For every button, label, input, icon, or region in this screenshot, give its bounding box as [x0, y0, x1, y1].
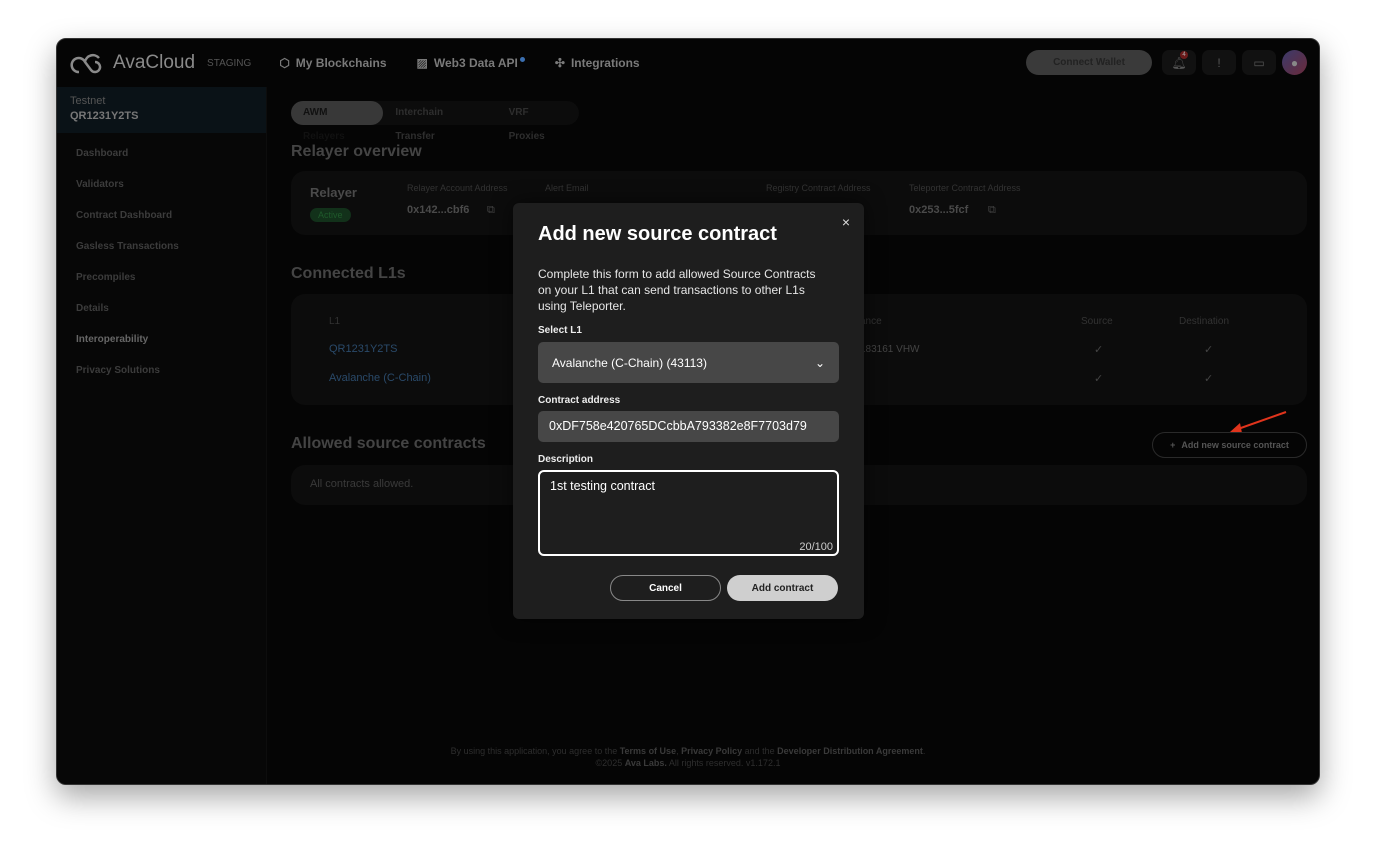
ava-labs: Ava Labs. [624, 758, 667, 768]
network-selector[interactable]: Testnet QR1231Y2TS [57, 87, 266, 133]
relayer-overview-title: Relayer overview [291, 143, 422, 160]
description-textarea[interactable]: 1st testing contract 20/100 [538, 470, 839, 556]
l1-link[interactable]: Avalanche (C-Chain) [329, 372, 431, 384]
nav-integrations[interactable]: ✣ Integrations [555, 56, 640, 70]
description-value: 1st testing contract [550, 479, 655, 493]
add-contract-button[interactable]: Add contract [727, 575, 838, 601]
check-icon: ✓ [1094, 373, 1104, 385]
nav-label: My Blockchains [295, 56, 387, 70]
tab-vrf-proxies[interactable]: VRF Proxies [497, 101, 579, 142]
wallet-button[interactable]: ▭ [1242, 50, 1276, 75]
check-icon: ✓ [1094, 344, 1104, 356]
tab-bar: AWM Relayers Interchain Transfer VRF Pro… [291, 101, 579, 142]
sidebar-item-validators[interactable]: Validators [57, 169, 266, 200]
connect-wallet-button[interactable]: Connect Wallet [1026, 50, 1152, 75]
close-icon[interactable]: × [842, 214, 850, 230]
sidebar-item-precompiles[interactable]: Precompiles [57, 262, 266, 293]
sidebar-item-gasless-transactions[interactable]: Gasless Transactions [57, 231, 266, 262]
col-source: Source [1081, 316, 1113, 327]
dialog-title: Add new source contract [538, 223, 777, 245]
sidebar-item-privacy-solutions[interactable]: Privacy Solutions [57, 355, 266, 386]
selected-value: Avalanche (C-Chain) (43113) [552, 355, 707, 370]
status-badge: Active [310, 208, 351, 222]
sidebar-item-details[interactable]: Details [57, 293, 266, 324]
teleporter-label: Teleporter Contract Address [909, 183, 1021, 193]
l1-link[interactable]: QR1231Y2TS [329, 343, 397, 355]
registry-label: Registry Contract Address [766, 183, 871, 193]
logo[interactable]: AvaCloud [69, 50, 195, 76]
dda-link[interactable]: Developer Distribution Agreement [777, 746, 923, 756]
top-bar: AvaCloud STAGING ⬡ My Blockchains ▨ Web3 D… [57, 39, 1319, 87]
add-source-contract-button[interactable]: + Add new source contract [1152, 432, 1307, 458]
privacy-link[interactable]: Privacy Policy [681, 746, 742, 756]
nav-web3-data-api[interactable]: ▨ Web3 Data API [417, 56, 525, 70]
account-label: Relayer Account Address [407, 183, 508, 193]
footer-text: and the [742, 746, 778, 756]
sidebar-item-dashboard[interactable]: Dashboard [57, 138, 266, 169]
new-dot [519, 56, 525, 62]
alert-email-label: Alert Email [545, 183, 589, 193]
avatar[interactable]: ● [1282, 50, 1307, 75]
select-l1-label: Select L1 [538, 325, 582, 336]
footer-text: . [922, 746, 926, 756]
env-label: STAGING [207, 57, 252, 69]
cancel-button[interactable]: Cancel [610, 575, 721, 601]
footer-text: ©2025 [595, 758, 625, 768]
sidebar: Testnet QR1231Y2TS Dashboard Validators C… [57, 87, 267, 784]
copy-icon[interactable]: ⧉ [487, 204, 495, 217]
empty-state: All contracts allowed. [310, 478, 414, 490]
dialog-description: Complete this form to add allowed Source… [538, 267, 816, 313]
chain-name: QR1231Y2TS [70, 110, 139, 122]
contract-address-input[interactable]: 0xDF758e420765DCcbbA793382e8F7703d79 [538, 411, 839, 442]
check-icon: ✓ [1204, 373, 1214, 385]
puzzle-icon: ✣ [554, 56, 565, 70]
allowed-contracts-title: Allowed source contracts [291, 435, 486, 452]
footer-text: By using this application, you agree to … [450, 746, 620, 756]
relayer-label: Relayer [310, 185, 357, 200]
check-icon: ✓ [1204, 344, 1214, 356]
user-icon: ● [1290, 55, 1299, 70]
balance: 183161 VHW [860, 344, 920, 355]
account-address: 0x142...cbf6 [407, 204, 470, 216]
notifications-button[interactable]: 🔔︎ 4 [1162, 50, 1196, 75]
button-label: Add new source contract [1181, 440, 1289, 450]
footer: By using this application, you agree to … [57, 745, 1319, 769]
feedback-button[interactable]: ! [1202, 50, 1236, 75]
sidebar-item-contract-dashboard[interactable]: Contract Dashboard [57, 200, 266, 231]
description-label: Description [538, 454, 594, 465]
wallet-icon: ▭ [1253, 55, 1265, 70]
message-alert-icon: ! [1217, 55, 1221, 70]
copy-icon[interactable]: ⧉ [988, 204, 996, 217]
chart-icon: ▨ [416, 56, 428, 70]
nav-label: Integrations [570, 56, 640, 70]
cube-icon: ⬡ [279, 56, 290, 70]
tab-awm-relayers[interactable]: AWM Relayers [291, 101, 384, 142]
col-l1: L1 [329, 316, 341, 327]
tab-interchain-transfer[interactable]: Interchain Transfer [383, 101, 496, 142]
plus-icon: + [1170, 440, 1176, 450]
footer-text: All rights reserved. v1.172.1 [666, 758, 781, 768]
add-source-contract-dialog: × Add new source contract Complete this … [513, 203, 864, 619]
terms-link[interactable]: Terms of Use [620, 746, 676, 756]
nav-my-blockchains[interactable]: ⬡ My Blockchains [279, 56, 386, 70]
nav-label: Web3 Data API [433, 56, 518, 70]
select-l1-dropdown[interactable]: Avalanche (C-Chain) (43113) ⌄ [538, 342, 839, 383]
network-label: Testnet [70, 95, 106, 107]
teleporter-address: 0x253...5fcf [909, 204, 969, 216]
sidebar-item-interoperability[interactable]: Interoperability [57, 324, 266, 355]
char-counter: 20/100 [799, 541, 833, 553]
chevron-down-icon: ⌄ [814, 355, 825, 370]
cloud-logo-icon [70, 53, 102, 74]
contract-address-label: Contract address [538, 395, 621, 406]
logo-text: AvaCloud [113, 52, 196, 73]
connected-l1s-title: Connected L1s [291, 265, 406, 282]
col-destination: Destination [1179, 316, 1230, 327]
notification-badge: 4 [1180, 51, 1188, 59]
